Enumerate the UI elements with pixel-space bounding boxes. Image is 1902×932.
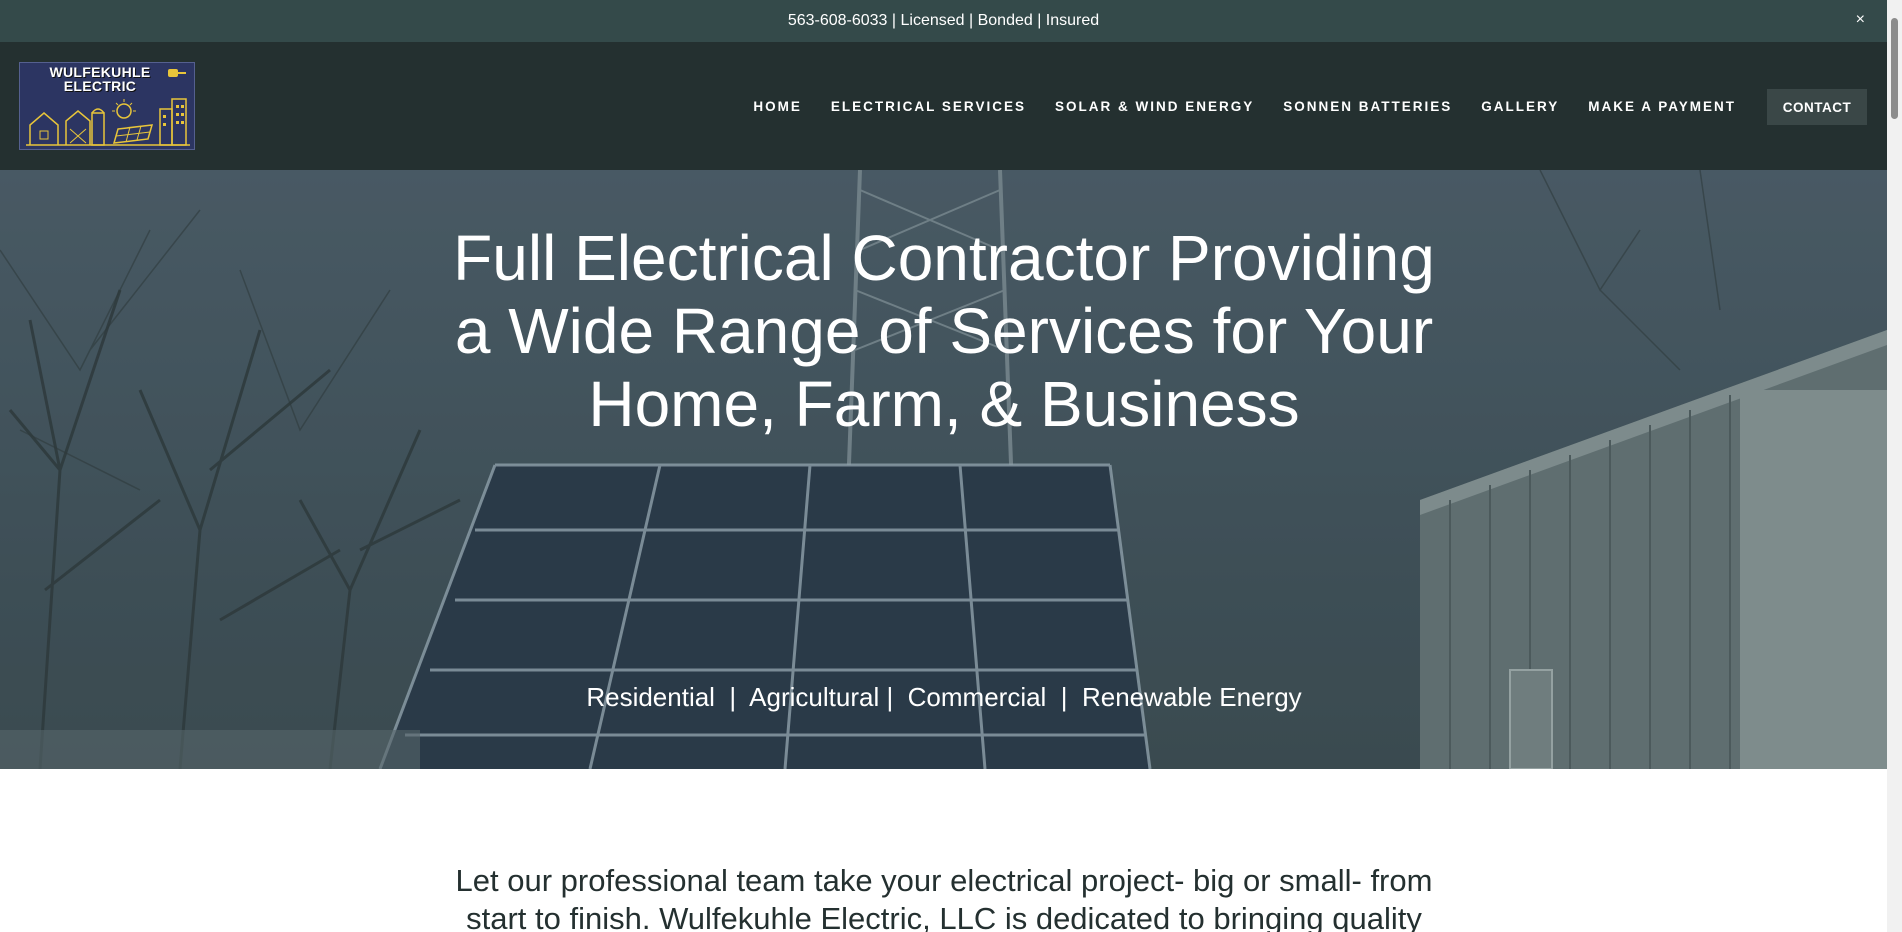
announcement-text: 563-608-6033 | Licensed | Bonded | Insur… — [787, 12, 1100, 29]
site-header: WULFEKUHLE ELECTRIC HOME ELECTRICAL SERV… — [0, 42, 1887, 170]
hero-title: Full Electrical Contractor Providing a W… — [453, 222, 1435, 440]
nav-gallery[interactable]: GALLERY — [1481, 99, 1559, 114]
main-nav: HOME ELECTRICAL SERVICES SOLAR & WIND EN… — [724, 42, 1736, 170]
nav-sonnen-batteries[interactable]: SONNEN BATTERIES — [1283, 99, 1452, 114]
intro-text: Let our professional team take your elec… — [455, 863, 1433, 932]
nav-solar-wind-energy[interactable]: SOLAR & WIND ENERGY — [1055, 99, 1254, 114]
announcement-bar: 563-608-6033 | Licensed | Bonded | Insur… — [0, 0, 1887, 42]
nav-home[interactable]: HOME — [753, 99, 802, 114]
logo-line-2: ELECTRIC — [63, 78, 137, 94]
logo[interactable]: WULFEKUHLE ELECTRIC — [19, 62, 195, 150]
contact-button[interactable]: CONTACT — [1767, 89, 1867, 125]
logo-line-1: WULFEKUHLE — [49, 64, 151, 80]
nav-electrical-services[interactable]: ELECTRICAL SERVICES — [831, 99, 1026, 114]
close-icon[interactable]: × — [1856, 10, 1865, 30]
hero-subtitle: Residential | Agricultural | Commercial … — [586, 682, 1302, 712]
logo-text: WULFEKUHLE ELECTRIC — [20, 65, 180, 93]
hero-section: Full Electrical Contractor Providing a W… — [0, 170, 1887, 769]
nav-make-a-payment[interactable]: MAKE A PAYMENT — [1588, 99, 1736, 114]
scrollbar[interactable] — [1887, 0, 1902, 932]
scrollbar-thumb[interactable] — [1891, 18, 1898, 119]
